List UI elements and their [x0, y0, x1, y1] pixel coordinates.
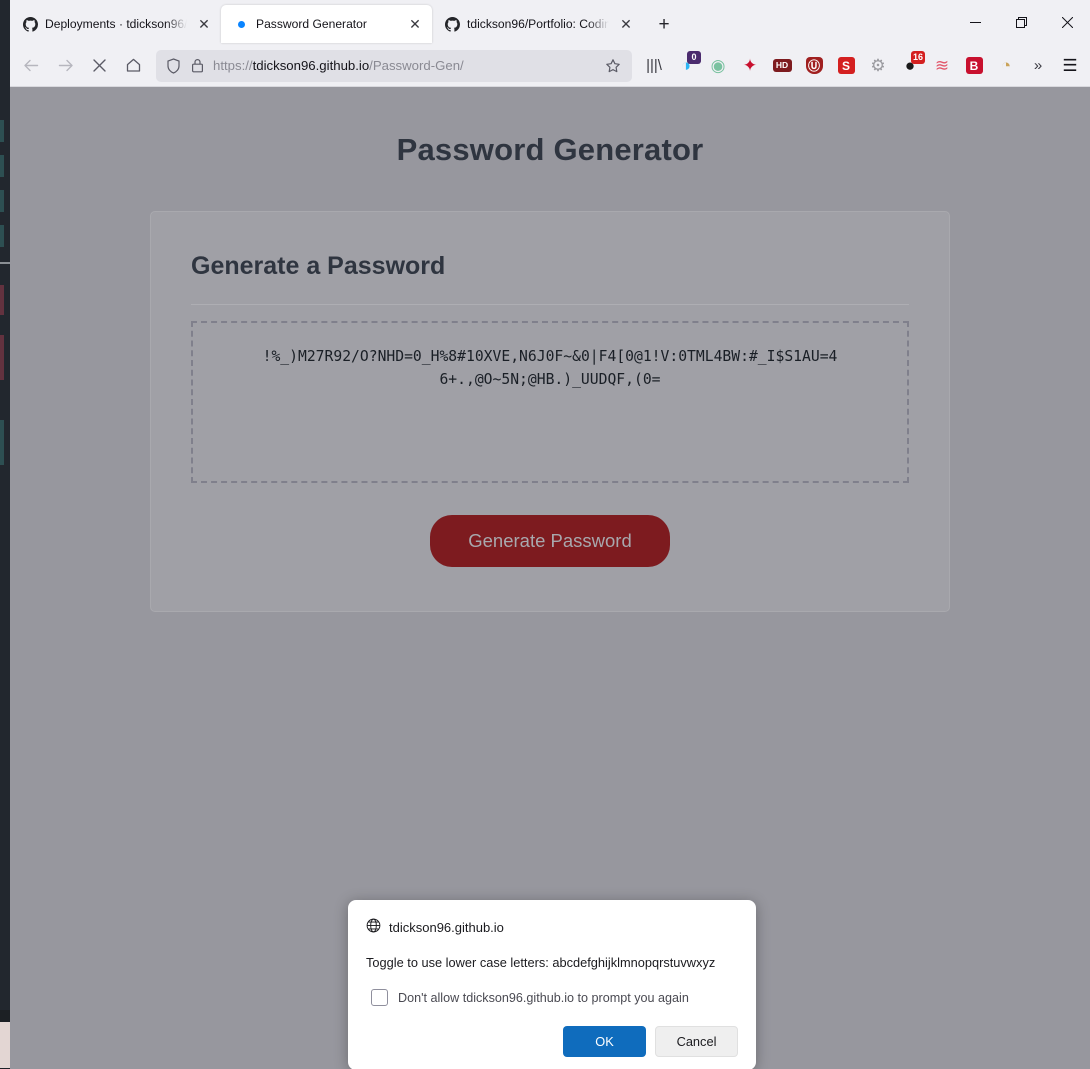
- page-viewport: Password Generator Generate a Password !…: [10, 87, 1090, 1069]
- privacy-badger-icon-glyph: ◉: [710, 56, 726, 75]
- browser-tab-2[interactable]: tdickson96/Portfolio: Coding pr ✕: [432, 5, 643, 43]
- dialog-suppress-label: Don't allow tdickson96.github.io to prom…: [398, 990, 689, 1005]
- extensions-toolbar: |||\ ◑ 0 ◉ ✦ HD Ⓤ S ⚙ ● 16 ≋ B ◔ » ☰: [638, 50, 1086, 82]
- ublock-origin-icon[interactable]: Ⓤ: [798, 50, 830, 82]
- new-tab-button[interactable]: +: [649, 10, 679, 40]
- tab-close-icon[interactable]: ✕: [194, 14, 214, 34]
- ghostery-icon[interactable]: ◑ 0: [670, 50, 702, 82]
- forward-button-icon[interactable]: [48, 50, 82, 82]
- dialog-origin-row: tdickson96.github.io: [366, 918, 738, 936]
- home-button-icon[interactable]: [116, 50, 150, 82]
- bookmark-star-icon[interactable]: [600, 53, 626, 79]
- browser-prompt-dialog: tdickson96.github.io Toggle to use lower…: [348, 900, 756, 1069]
- magic-wand-icon-glyph: ✦: [742, 56, 758, 75]
- browser-tab-1[interactable]: Password Generator ✕: [221, 5, 432, 43]
- github-icon: [444, 16, 460, 32]
- ublock-origin-icon-glyph: Ⓤ: [805, 57, 823, 74]
- modal-overlay: tdickson96.github.io Toggle to use lower…: [10, 87, 1090, 1069]
- dialog-ok-button[interactable]: OK: [563, 1026, 646, 1057]
- stop-loading-icon[interactable]: [82, 50, 116, 82]
- sponsorblock-icon-glyph: S: [837, 57, 855, 74]
- padlock-icon[interactable]: [189, 57, 206, 74]
- close-button[interactable]: [1044, 0, 1090, 45]
- globe-icon: [366, 918, 381, 936]
- ghostery-badge: 0: [687, 50, 701, 64]
- hd-video-icon[interactable]: HD: [766, 50, 798, 82]
- navigation-toolbar: https://tdickson96.github.io/Password-Ge…: [10, 45, 1090, 87]
- dialog-button-row: OK Cancel: [366, 1026, 738, 1057]
- grayed-extension-icon[interactable]: ⚙: [862, 50, 894, 82]
- overflow-chevrons-icon-glyph: »: [1033, 57, 1043, 74]
- notifications-icon[interactable]: ● 16: [894, 50, 926, 82]
- url-text: https://tdickson96.github.io/Password-Ge…: [213, 58, 464, 73]
- bitwarden-icon-glyph: B: [965, 57, 983, 74]
- bitwarden-icon[interactable]: B: [958, 50, 990, 82]
- dialog-cancel-button[interactable]: Cancel: [655, 1026, 738, 1057]
- minimize-button[interactable]: [952, 0, 998, 45]
- tab-title: Deployments · tdickson96/Pass: [45, 17, 187, 31]
- app-menu-icon[interactable]: ☰: [1054, 50, 1086, 82]
- grayed-extension-icon-glyph: ⚙: [870, 56, 886, 75]
- tracking-protection-shield-icon[interactable]: [165, 57, 182, 74]
- window-controls: [952, 0, 1090, 45]
- dialog-message: Toggle to use lower case letters: abcdef…: [366, 955, 716, 970]
- library-icon-glyph: |||\: [646, 57, 662, 74]
- loading-dot-icon: [233, 16, 249, 32]
- privacy-badger-icon[interactable]: ◉: [702, 50, 734, 82]
- notifications-badge: 16: [910, 50, 925, 64]
- tab-title: Password Generator: [256, 17, 367, 31]
- browser-window: Deployments · tdickson96/Pass ✕ Password…: [10, 0, 1090, 1069]
- github-icon: [22, 16, 38, 32]
- magic-wand-icon[interactable]: ✦: [734, 50, 766, 82]
- tab-close-icon[interactable]: ✕: [616, 14, 636, 34]
- badger-icon[interactable]: ◔: [990, 50, 1022, 82]
- hd-video-icon-glyph: HD: [772, 59, 792, 72]
- dialog-suppress-checkbox[interactable]: [371, 989, 388, 1006]
- sponsorblock-icon[interactable]: S: [830, 50, 862, 82]
- app-menu-icon-glyph: ☰: [1062, 55, 1078, 75]
- enpass-icon-glyph: ≋: [934, 56, 950, 75]
- library-icon[interactable]: |||\: [638, 50, 670, 82]
- badger-icon-glyph: ◔: [1000, 56, 1012, 75]
- dialog-origin-text: tdickson96.github.io: [389, 919, 504, 935]
- browser-tab-0[interactable]: Deployments · tdickson96/Pass ✕: [10, 5, 221, 43]
- tab-title: tdickson96/Portfolio: Coding pr: [467, 17, 609, 31]
- tab-strip: Deployments · tdickson96/Pass ✕ Password…: [10, 0, 1090, 45]
- enpass-icon[interactable]: ≋: [926, 50, 958, 82]
- back-button-icon[interactable]: [14, 50, 48, 82]
- dialog-suppress-row[interactable]: Don't allow tdickson96.github.io to prom…: [366, 989, 738, 1006]
- maximize-button[interactable]: [998, 0, 1044, 45]
- tab-close-icon[interactable]: ✕: [405, 14, 425, 34]
- overflow-chevrons-icon[interactable]: »: [1022, 50, 1054, 82]
- address-bar[interactable]: https://tdickson96.github.io/Password-Ge…: [156, 49, 632, 82]
